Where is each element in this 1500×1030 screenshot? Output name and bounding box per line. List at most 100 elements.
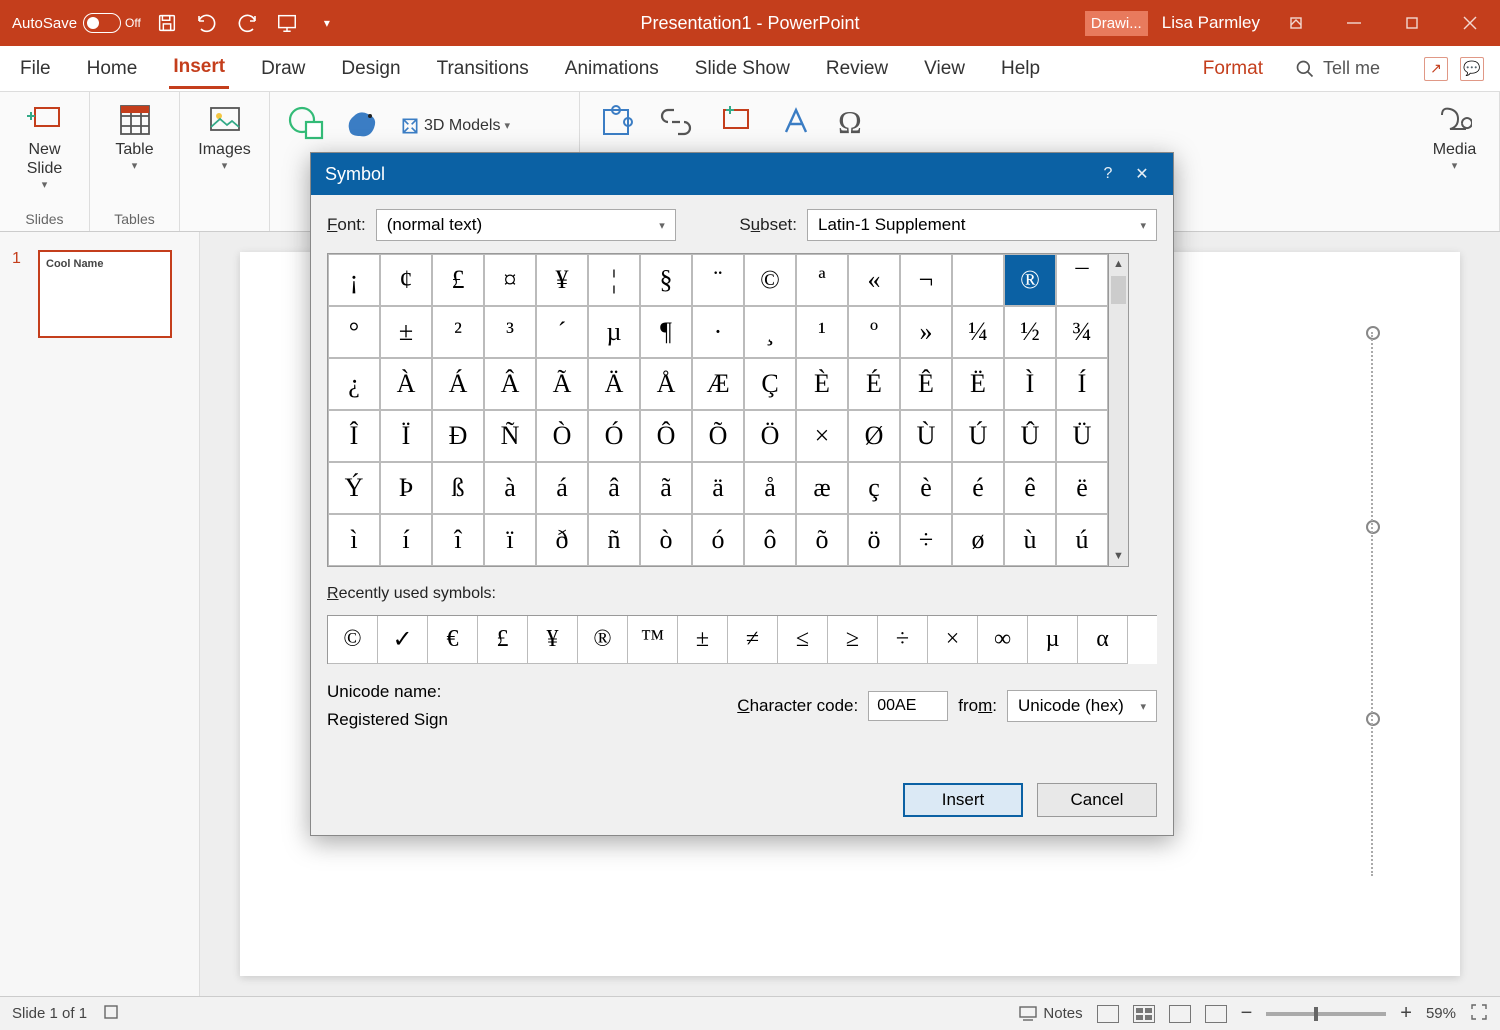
symbol-cell[interactable]: ì — [328, 514, 380, 566]
recent-symbol-cell[interactable]: € — [428, 616, 478, 664]
symbol-cell[interactable]: º — [848, 306, 900, 358]
symbol-cell[interactable]: ¹ — [796, 306, 848, 358]
symbol-cell[interactable]: ù — [1004, 514, 1056, 566]
recent-symbol-cell[interactable]: α — [1078, 616, 1128, 664]
symbol-cell[interactable]: á — [536, 462, 588, 514]
tab-draw[interactable]: Draw — [257, 50, 309, 88]
recent-symbol-cell[interactable]: £ — [478, 616, 528, 664]
close-icon[interactable]: ✕ — [1125, 164, 1159, 184]
tab-transitions[interactable]: Transitions — [433, 50, 533, 88]
chevron-down-icon[interactable]: ▾ — [504, 119, 510, 132]
recent-symbol-cell[interactable]: © — [328, 616, 378, 664]
save-icon[interactable] — [153, 9, 181, 37]
sorter-view-icon[interactable] — [1133, 1005, 1155, 1023]
ribbon-options-icon[interactable] — [1274, 0, 1318, 46]
symbol-cell[interactable]: µ — [588, 306, 640, 358]
tab-review[interactable]: Review — [822, 50, 892, 88]
help-icon[interactable]: ? — [1091, 165, 1125, 183]
present-icon[interactable] — [273, 9, 301, 37]
recent-symbol-cell[interactable]: ® — [578, 616, 628, 664]
symbol-cell[interactable]: ¬ — [900, 254, 952, 306]
tellme-search[interactable]: Tell me — [1295, 58, 1380, 79]
symbol-cell[interactable]: é — [952, 462, 1004, 514]
table-icon[interactable] — [118, 100, 152, 140]
undo-icon[interactable] — [193, 9, 221, 37]
symbol-cell[interactable]: Ù — [900, 410, 952, 462]
media-icon[interactable] — [1438, 100, 1472, 140]
symbol-cell[interactable]: ñ — [588, 514, 640, 566]
font-combo[interactable]: (normal text)▾ — [376, 209, 676, 241]
images-icon[interactable] — [208, 100, 242, 140]
tab-file[interactable]: File — [16, 50, 55, 88]
symbol-cell[interactable]: ¼ — [952, 306, 1004, 358]
symbol-cell[interactable]: ë — [1056, 462, 1108, 514]
scroll-down-icon[interactable]: ▼ — [1109, 546, 1128, 566]
shapes-icon[interactable] — [284, 104, 324, 147]
normal-view-icon[interactable] — [1097, 1005, 1119, 1023]
maximize-icon[interactable] — [1390, 0, 1434, 46]
symbol-cell[interactable]: Õ — [692, 410, 744, 462]
share-icon[interactable]: ↗ — [1424, 57, 1448, 81]
symbol-cell[interactable]: Í — [1056, 358, 1108, 410]
symbol-cell[interactable]: £ — [432, 254, 484, 306]
symbol-cell[interactable]: È — [796, 358, 848, 410]
icons-icon[interactable] — [342, 104, 382, 147]
selection-handle[interactable] — [1366, 712, 1380, 726]
scroll-up-icon[interactable]: ▲ — [1109, 254, 1128, 274]
fit-icon[interactable] — [1470, 1003, 1488, 1025]
selection-handle[interactable] — [1366, 326, 1380, 340]
recent-symbol-cell[interactable]: ≤ — [778, 616, 828, 664]
symbol-cell[interactable]: Ø — [848, 410, 900, 462]
symbol-cell[interactable]: Ð — [432, 410, 484, 462]
symbol-cell[interactable]: Ö — [744, 410, 796, 462]
recent-symbol-cell[interactable]: ™ — [628, 616, 678, 664]
symbol-cell[interactable]: ¶ — [640, 306, 692, 358]
symbol-cell[interactable]: í — [380, 514, 432, 566]
symbol-cell[interactable]: Ò — [536, 410, 588, 462]
symbol-cell[interactable]: Â — [484, 358, 536, 410]
symbol-cell[interactable]: æ — [796, 462, 848, 514]
chevron-down-icon[interactable]: ▾ — [132, 159, 138, 172]
minimize-icon[interactable] — [1332, 0, 1376, 46]
symbol-cell[interactable]: ß — [432, 462, 484, 514]
selection-handle[interactable] — [1366, 520, 1380, 534]
symbol-cell[interactable]: ã — [640, 462, 692, 514]
symbol-cell[interactable]: Ä — [588, 358, 640, 410]
symbol-cell[interactable]: Å — [640, 358, 692, 410]
tab-animations[interactable]: Animations — [561, 50, 663, 88]
symbol-cell[interactable]: ö — [848, 514, 900, 566]
symbol-cell[interactable]: ô — [744, 514, 796, 566]
symbol-cell[interactable]: Æ — [692, 358, 744, 410]
tab-insert[interactable]: Insert — [169, 48, 229, 89]
symbol-cell[interactable]: Ü — [1056, 410, 1108, 462]
symbol-cell[interactable]: ç — [848, 462, 900, 514]
symbol-cell[interactable]: Ì — [1004, 358, 1056, 410]
recent-symbol-cell[interactable]: ✓ — [378, 616, 428, 664]
symbol-cell[interactable]: ² — [432, 306, 484, 358]
symbol-cell[interactable]: à — [484, 462, 536, 514]
zoom-value[interactable]: 59% — [1426, 1005, 1456, 1022]
tab-home[interactable]: Home — [83, 50, 142, 88]
symbol-cell[interactable]: ¸ — [744, 306, 796, 358]
models3d-label[interactable]: 3D Models — [424, 117, 500, 135]
symbol-cell[interactable]: ° — [328, 306, 380, 358]
symbol-cell[interactable]: Ï — [380, 410, 432, 462]
symbol-cell[interactable]: ò — [640, 514, 692, 566]
symbol-cell[interactable]: ¡ — [328, 254, 380, 306]
symbol-cell[interactable]: õ — [796, 514, 848, 566]
new-slide-label[interactable]: New Slide — [27, 140, 63, 178]
symbol-cell[interactable]: Á — [432, 358, 484, 410]
symbol-cell[interactable]: ó — [692, 514, 744, 566]
symbol-cell[interactable]: Ã — [536, 358, 588, 410]
symbol-cell[interactable]: × — [796, 410, 848, 462]
symbol-cell[interactable]: Ô — [640, 410, 692, 462]
symbol-cell[interactable]: É — [848, 358, 900, 410]
symbol-cell[interactable]: § — [640, 254, 692, 306]
symbol-cell[interactable]: ª — [796, 254, 848, 306]
tab-format[interactable]: Format — [1199, 50, 1267, 88]
autosave-toggle[interactable]: AutoSave Off — [12, 13, 141, 33]
recent-symbol-cell[interactable]: ∞ — [978, 616, 1028, 664]
scrollbar[interactable]: ▲ ▼ — [1109, 253, 1129, 567]
chevron-down-icon[interactable]: ▾ — [1452, 159, 1458, 172]
chevron-down-icon[interactable]: ▾ — [42, 178, 48, 191]
